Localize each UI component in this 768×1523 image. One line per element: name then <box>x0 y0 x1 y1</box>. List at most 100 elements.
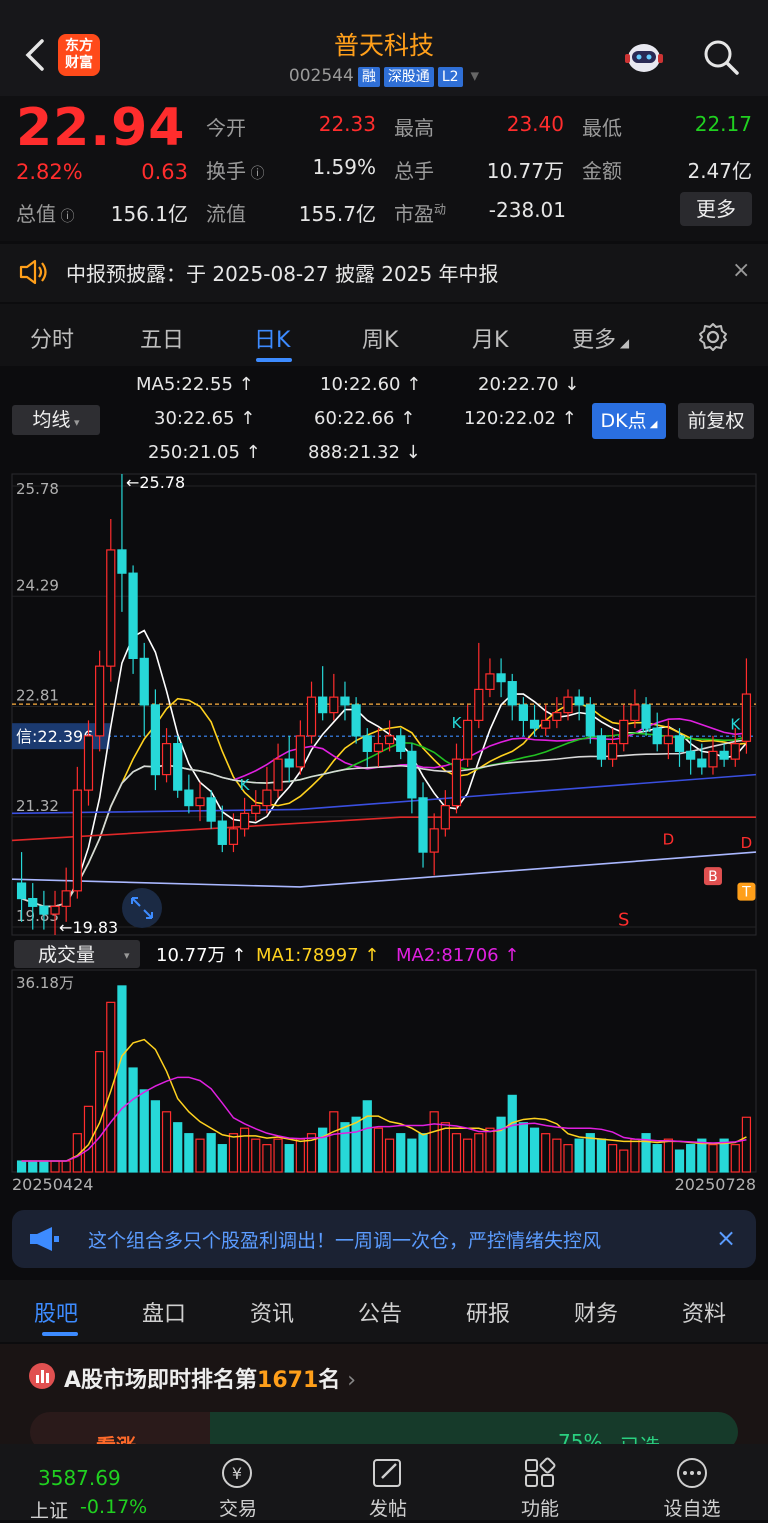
candle-body <box>117 549 127 574</box>
volume-bar <box>329 1111 339 1173</box>
candle-body <box>396 735 406 752</box>
tab-more[interactable]: 更多 ◢ <box>572 322 629 354</box>
more-quote-button[interactable]: 更多 <box>680 192 752 226</box>
volume-bar <box>518 1122 529 1173</box>
candle-body <box>184 789 194 807</box>
volume-bar <box>106 1001 116 1173</box>
candle-body <box>95 665 105 737</box>
tab-forum[interactable]: 股吧 <box>34 1296 78 1328</box>
ma888-legend: 888:21.32 ↓ <box>308 442 421 463</box>
bar-chart-icon <box>29 1363 55 1389</box>
candle-body <box>529 719 540 729</box>
robot-assistant-icon[interactable] <box>622 38 666 78</box>
features-grid-icon[interactable] <box>522 1456 558 1490</box>
candle-body <box>39 905 49 915</box>
tab-profile[interactable]: 资料 <box>682 1296 726 1328</box>
amount-value: 2.47亿 <box>687 159 752 183</box>
candle-body <box>496 673 506 683</box>
volume-bar <box>184 1133 194 1173</box>
candle-body <box>384 735 395 745</box>
high-price-marker: ←25.78 <box>126 473 185 492</box>
candle-body <box>697 758 707 768</box>
volume-bar <box>273 1138 283 1173</box>
candle-body <box>708 750 718 768</box>
nav-post[interactable]: 发帖 <box>348 1494 428 1521</box>
nav-features[interactable]: 功能 <box>500 1494 580 1521</box>
candle-body <box>741 693 752 742</box>
kline-chart[interactable]: 25.7824.2922.8121.3219.83信:22.396←25.78←… <box>0 470 768 1240</box>
price-axis-tick: 22.81 <box>16 687 59 705</box>
volume-bar <box>173 1122 183 1173</box>
ma5-legend: MA5:22.55 ↑ <box>136 374 254 395</box>
candle-body <box>485 673 495 690</box>
volume-bar <box>396 1133 406 1173</box>
expand-chart-icon <box>122 888 162 928</box>
notice-close-icon[interactable]: × <box>732 258 750 283</box>
candle-body <box>730 743 740 760</box>
volume-bar <box>429 1111 439 1173</box>
ma60-legend: 60:22.66 ↑ <box>314 408 416 429</box>
volume-select: 成交量 <box>38 944 95 966</box>
tab-financials[interactable]: 财务 <box>574 1296 618 1328</box>
post-edit-icon[interactable] <box>370 1456 406 1490</box>
dk-point-button[interactable]: DK点 ◢ <box>592 403 666 439</box>
candle-body <box>451 758 462 807</box>
candle-body <box>228 828 239 845</box>
trade-yen-icon[interactable]: ¥ <box>220 1456 256 1490</box>
price-axis-tick: 24.29 <box>16 576 59 594</box>
candle-body <box>686 750 696 760</box>
tab-announcements[interactable]: 公告 <box>358 1296 402 1328</box>
tag-connect: 深股通 <box>383 67 434 87</box>
candle-body <box>273 758 283 791</box>
candle-body <box>407 750 417 799</box>
volume-bar <box>340 1122 350 1173</box>
volume-bar <box>407 1138 417 1173</box>
candle-body <box>574 696 584 706</box>
ma20-legend: 20:22.70 ↓ <box>478 374 580 395</box>
volume-bar <box>463 1138 473 1173</box>
change-percent: 2.82% <box>16 160 83 184</box>
tab-five-day[interactable]: 五日 <box>140 322 184 354</box>
tab-daily-k[interactable]: 日K <box>254 322 290 354</box>
index-value[interactable]: 3587.69 <box>38 1466 121 1490</box>
volume-bar <box>485 1127 495 1173</box>
tab-news[interactable]: 资讯 <box>250 1296 294 1328</box>
ma30-legend: 30:22.65 ↑ <box>154 408 256 429</box>
candle-body <box>507 681 517 706</box>
signal-marker-d: D <box>663 830 675 848</box>
price-adjust-button[interactable]: 前复权 <box>678 403 754 439</box>
tag-margin: 融 <box>357 67 380 87</box>
volume-bar <box>362 1100 372 1173</box>
volume-bar <box>541 1133 551 1173</box>
tab-intraday[interactable]: 分时 <box>30 322 74 354</box>
volume-bar <box>619 1149 629 1173</box>
candle-body <box>284 758 294 768</box>
candle-body <box>61 890 71 907</box>
candle-body <box>128 572 138 660</box>
ma-select[interactable]: 均线 ▾ <box>12 405 100 435</box>
tab-weekly-k[interactable]: 周K <box>362 322 398 354</box>
candle-body <box>251 805 261 814</box>
signal-marker-k: K <box>641 718 652 736</box>
last-price: 22.94 <box>16 98 186 158</box>
volume-bar <box>295 1138 305 1173</box>
tab-monthly-k[interactable]: 月K <box>472 322 508 354</box>
volume-bar <box>451 1133 462 1173</box>
banner-close-icon[interactable]: × <box>716 1224 736 1252</box>
volume-axis-max: 36.18万 <box>16 974 74 992</box>
tab-orderbook[interactable]: 盘口 <box>142 1296 186 1328</box>
volume-bar <box>251 1138 261 1173</box>
tab-research[interactable]: 研报 <box>466 1296 510 1328</box>
volume-bar <box>139 1089 149 1173</box>
nav-trade[interactable]: 交易 <box>198 1494 278 1521</box>
settings-gear-icon[interactable] <box>698 322 728 352</box>
search-icon[interactable] <box>702 38 740 76</box>
nav-add-watchlist[interactable]: 设自选 <box>652 1494 732 1521</box>
market-rank[interactable]: A股市场即时排名第1671名 › <box>64 1362 356 1394</box>
more-dots-icon[interactable] <box>674 1456 710 1490</box>
volume-bar <box>674 1149 685 1173</box>
chevron-down-icon: ▾ <box>470 66 480 86</box>
volume-bar <box>652 1144 662 1173</box>
volume-bar <box>574 1138 584 1173</box>
volume-legend-0: 10.77万 ↑ <box>156 945 246 966</box>
